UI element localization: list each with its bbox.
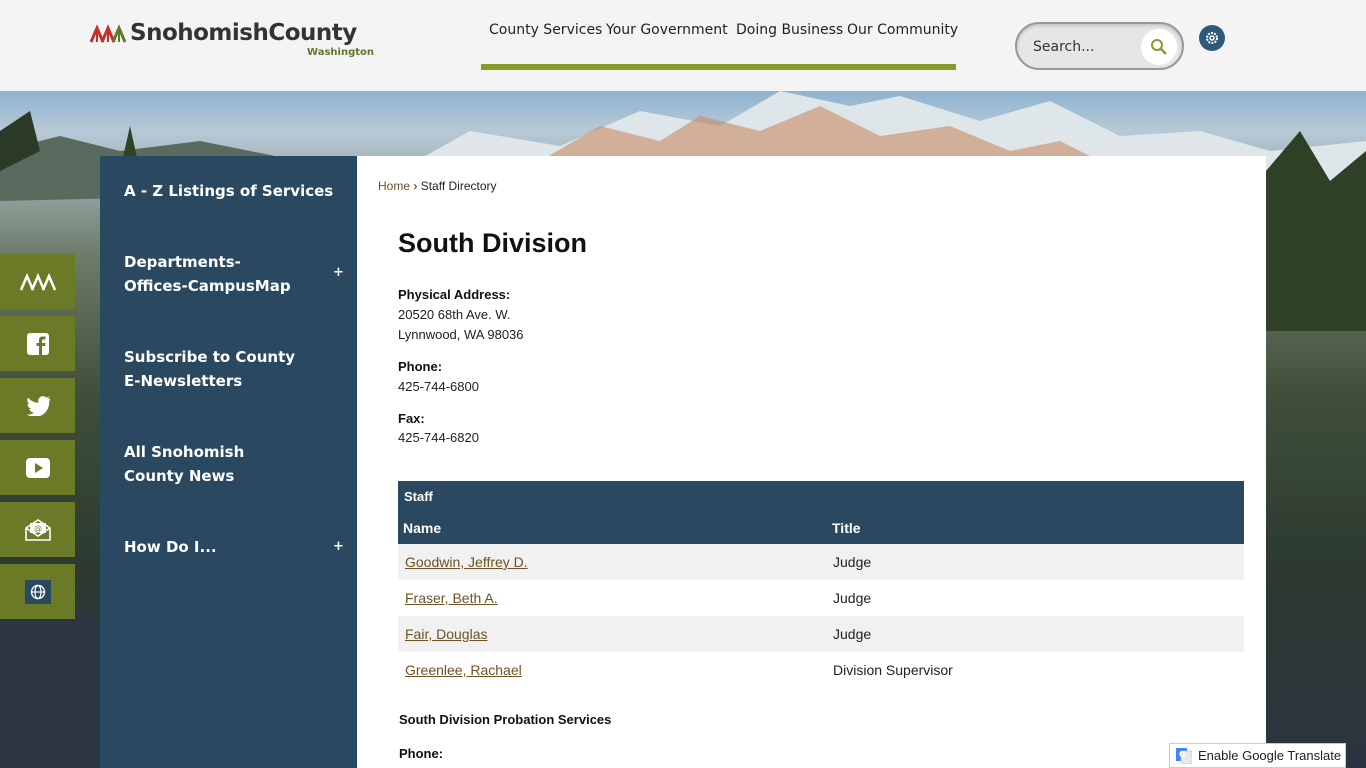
address-line-2: Lynnwood, WA 98036 [398, 327, 524, 342]
translate-link[interactable] [0, 564, 75, 619]
youtube-icon [25, 457, 50, 478]
sidebar-item-departments[interactable]: Departments-Offices-CampusMap [124, 250, 299, 298]
expand-how-do-i-button[interactable]: + [333, 539, 344, 554]
fax-label: Fax: [398, 411, 425, 426]
sidebar-item-news[interactable]: All Snohomish County News [124, 440, 299, 488]
staff-name-link[interactable]: Greenlee, Rachael [405, 662, 522, 678]
county-logo[interactable]: SnohomishCounty Washington [90, 20, 380, 62]
nav-accent-bar [481, 64, 956, 70]
expand-departments-button[interactable]: + [333, 265, 344, 280]
nav-your-government[interactable]: Your Government [606, 22, 728, 38]
main-nav: County Services Your Government Doing Bu… [481, 22, 958, 71]
county-logo-icon [19, 272, 56, 290]
staff-title: Division Supervisor [833, 662, 953, 678]
phone-label: Phone: [398, 359, 443, 374]
page-title: South Division [398, 228, 587, 258]
staff-title: Judge [833, 554, 872, 570]
staff-title: Judge [833, 590, 872, 606]
logo-subtitle: Washington [307, 47, 374, 58]
nav-county-services[interactable]: County Services [489, 22, 602, 38]
facebook-link[interactable] [0, 316, 75, 371]
search-input[interactable] [1033, 37, 1133, 57]
logo-text: SnohomishCounty [130, 20, 357, 46]
translate-globe-icon [24, 579, 51, 604]
email-newsletter-link[interactable]: @ [0, 502, 75, 557]
staff-table-caption: Staff [404, 489, 433, 504]
staff-name-link[interactable]: Fraser, Beth A. [405, 590, 498, 606]
logo-trees-icon [90, 24, 126, 43]
table-row: Fraser, Beth A. Judge [398, 580, 1244, 616]
nav-doing-business[interactable]: Doing Business [736, 22, 843, 38]
table-row: Fair, Douglas Judge [398, 616, 1244, 652]
main-content: Home › Staff Directory South Division Ph… [357, 156, 1266, 768]
breadcrumb: Home › Staff Directory [378, 179, 497, 193]
physical-address-label: Physical Address: [398, 287, 511, 302]
settings-button[interactable] [1199, 25, 1225, 51]
youtube-link[interactable] [0, 440, 75, 495]
staff-title: Judge [833, 626, 872, 642]
sidebar-item-how-do-i[interactable]: How Do I... [124, 535, 324, 559]
search-box [1015, 22, 1184, 70]
column-header-name: Name [403, 520, 442, 536]
staff-name-link[interactable]: Fair, Douglas [405, 626, 487, 642]
sidebar-item-a-z-listings[interactable]: A - Z Listings of Services [124, 179, 344, 203]
site-header: SnohomishCounty Washington County Servic… [0, 0, 1366, 91]
sidebar-nav: A - Z Listings of Services Departments-O… [100, 156, 357, 768]
svg-text:@: @ [34, 524, 42, 533]
county-home-link[interactable] [0, 254, 75, 309]
column-header-title: Title [832, 520, 861, 536]
nav-our-community[interactable]: Our Community [847, 22, 958, 38]
breadcrumb-home[interactable]: Home [378, 179, 410, 193]
probation-section-title: South Division Probation Services [399, 712, 612, 727]
social-rail: @ [0, 254, 75, 626]
svg-text:G: G [1179, 750, 1186, 759]
fax-value: 425-744-6820 [398, 430, 479, 445]
search-icon [1151, 39, 1167, 55]
search-button[interactable] [1141, 29, 1177, 65]
staff-name-link[interactable]: Goodwin, Jeffrey D. [405, 554, 528, 570]
table-row: Greenlee, Rachael Division Supervisor [398, 652, 1244, 688]
twitter-icon [26, 395, 50, 416]
google-translate-icon: G [1176, 747, 1192, 764]
google-translate-button[interactable]: G Enable Google Translate [1169, 743, 1346, 768]
table-row: Goodwin, Jeffrey D. Judge [398, 544, 1244, 580]
staff-table-header: Staff Name Title [398, 481, 1244, 544]
google-translate-label: Enable Google Translate [1198, 748, 1342, 763]
address-line-1: 20520 68th Ave. W. [398, 307, 511, 322]
breadcrumb-current: Staff Directory [420, 179, 497, 193]
facebook-icon [26, 332, 49, 355]
probation-phone-label: Phone: [399, 746, 444, 761]
phone-value: 425-744-6800 [398, 379, 479, 394]
gear-icon [1206, 32, 1218, 44]
staff-table: Staff Name Title Goodwin, Jeffrey D. Jud… [398, 481, 1244, 688]
twitter-link[interactable] [0, 378, 75, 433]
breadcrumb-separator: › [413, 179, 418, 193]
sidebar-item-subscribe[interactable]: Subscribe to County E-Newsletters [124, 345, 304, 393]
email-newsletter-icon: @ [24, 518, 51, 541]
